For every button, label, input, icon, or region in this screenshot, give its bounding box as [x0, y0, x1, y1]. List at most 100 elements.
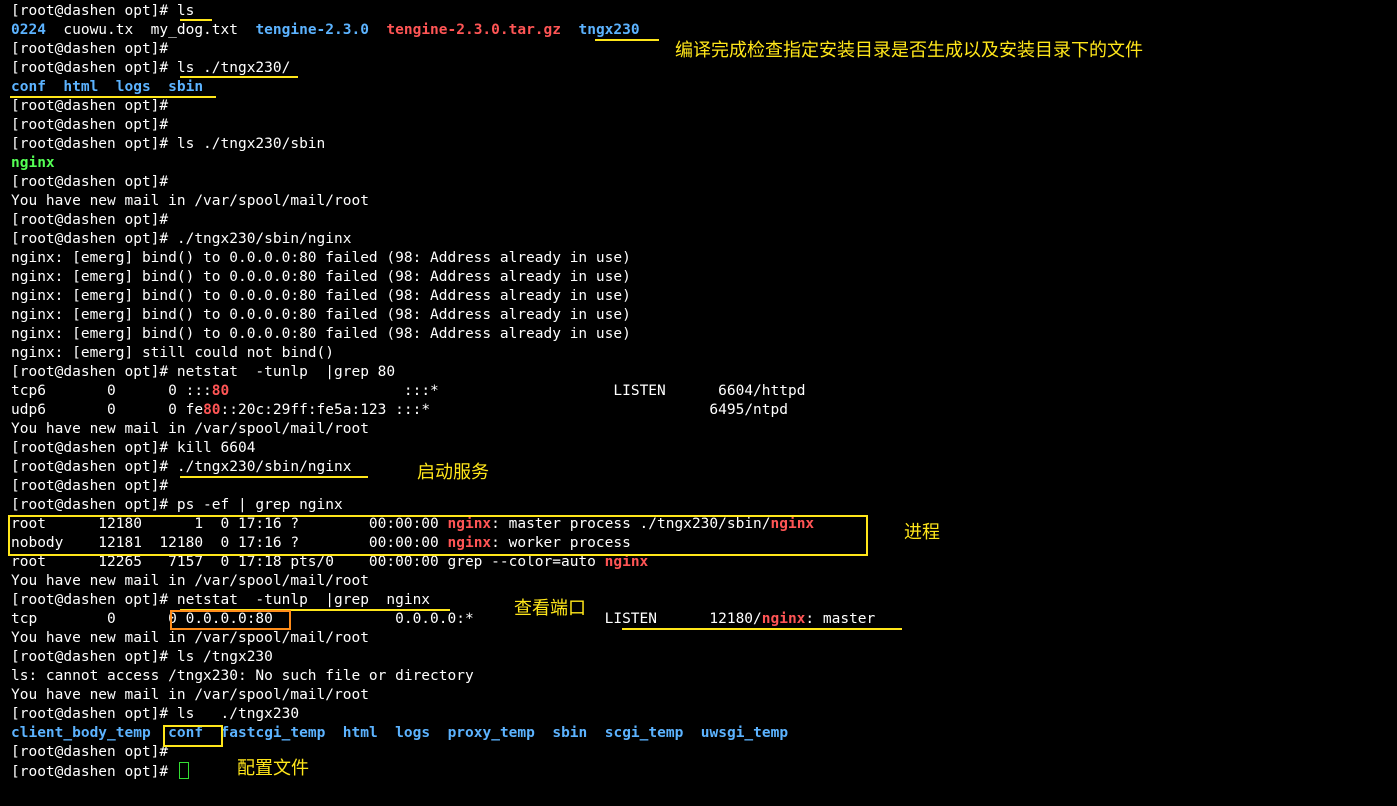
terminal-line: [root@dashen opt]# ls /tngx230: [11, 648, 875, 667]
terminal-line: udp6 0 0 fe80::20c:29ff:fe5a:123 :::* 64…: [11, 401, 875, 420]
terminal-line: You have new mail in /var/spool/mail/roo…: [11, 420, 875, 439]
terminal-text: udp6 0 0 fe: [11, 402, 204, 418]
terminal-text: nginx: [11, 155, 55, 171]
terminal-text: [root@dashen opt]# ./tngx230/sbin/nginx: [11, 459, 352, 475]
terminal-text: [root@dashen opt]# kill 6604: [11, 440, 256, 456]
terminal-text: nginx: [emerg] bind() to 0.0.0.0:80 fail…: [11, 307, 631, 323]
terminal-text: nginx: [emerg] bind() to 0.0.0.0:80 fail…: [11, 269, 631, 285]
terminal-text: cuowu.tx my_dog.txt: [45, 22, 256, 38]
terminal-text: tcp 0 0 0.0.0.0:80 0.0.0.0:* LISTEN 1218…: [11, 611, 762, 627]
underline-tngx230-dir: [595, 39, 659, 41]
terminal-text: [root@dashen opt]# ./tngx230/sbin/nginx: [11, 231, 352, 247]
terminal-text: nginx: [emerg] bind() to 0.0.0.0:80 fail…: [11, 288, 631, 304]
terminal-line: nginx: [emerg] bind() to 0.0.0.0:80 fail…: [11, 249, 875, 268]
terminal-text: [root@dashen opt]# ps -ef | grep nginx: [11, 497, 343, 513]
terminal-text: You have new mail in /var/spool/mail/roo…: [11, 193, 369, 209]
terminal-line: You have new mail in /var/spool/mail/roo…: [11, 686, 875, 705]
terminal-line: nginx: [emerg] bind() to 0.0.0.0:80 fail…: [11, 268, 875, 287]
terminal-line: You have new mail in /var/spool/mail/roo…: [11, 192, 875, 211]
box-nginx-processes: [8, 515, 868, 556]
terminal-text: tengine-2.3.0.tar.gz: [386, 22, 562, 38]
terminal-line: [root@dashen opt]#: [11, 743, 875, 762]
terminal-text: html: [342, 725, 378, 741]
terminal-text: fastcgi_temp: [220, 725, 326, 741]
terminal-line: [root@dashen opt]#: [11, 211, 875, 230]
terminal-text: tngx230: [578, 22, 640, 38]
terminal-text: [root@dashen opt]#: [11, 744, 169, 760]
terminal-text: You have new mail in /var/spool/mail/roo…: [11, 687, 369, 703]
terminal-text: [root@dashen opt]# netstat -tunlp |grep …: [11, 364, 396, 380]
terminal-text: tcp6 0 0 :::: [11, 383, 212, 399]
terminal-text: 80: [211, 383, 230, 399]
terminal-text: sbin: [168, 79, 204, 95]
terminal-text: : master: [805, 611, 876, 627]
terminal-text: nginx: [emerg] bind() to 0.0.0.0:80 fail…: [11, 326, 631, 342]
terminal-text: [root@dashen opt]#: [11, 41, 169, 57]
terminal-line: tcp6 0 0 :::80 :::* LISTEN 6604/httpd: [11, 382, 875, 401]
terminal-line: [root@dashen opt]# netstat -tunlp |grep …: [11, 363, 875, 382]
terminal-line: tcp 0 0 0.0.0.0:80 0.0.0.0:* LISTEN 1218…: [11, 610, 875, 629]
terminal-line: [root@dashen opt]# ps -ef | grep nginx: [11, 496, 875, 515]
terminal-text: [root@dashen opt]#: [11, 478, 169, 494]
terminal-line: [root@dashen opt]#: [11, 173, 875, 192]
terminal-text: 0224: [11, 22, 46, 38]
terminal-text: [root@dashen opt]#: [11, 98, 169, 114]
box-conf-dir: [163, 725, 223, 747]
box-listen-address: [170, 610, 291, 630]
terminal-line: [root@dashen opt]#: [11, 762, 875, 781]
terminal-text: You have new mail in /var/spool/mail/roo…: [11, 573, 369, 589]
terminal-line: [root@dashen opt]# ls: [11, 2, 875, 21]
underline-start-nginx: [180, 476, 368, 478]
terminal-text: proxy_temp: [447, 725, 535, 741]
terminal-text: nginx: [emerg] bind() to 0.0.0.0:80 fail…: [11, 250, 631, 266]
terminal-text: [root@dashen opt]# ls ./tngx230/sbin: [11, 136, 326, 152]
terminal-text: nginx: [761, 611, 806, 627]
underline-listen-master: [622, 628, 902, 630]
terminal-line: client_body_temp conf fastcgi_temp html …: [11, 724, 875, 743]
terminal-line: nginx: [emerg] bind() to 0.0.0.0:80 fail…: [11, 325, 875, 344]
terminal-text: tengine-2.3.0: [255, 22, 369, 38]
terminal-text: [root@dashen opt]# ls ./tngx230: [11, 706, 300, 722]
terminal-line: [root@dashen opt]# kill 6604: [11, 439, 875, 458]
terminal-text: conf: [11, 79, 46, 95]
terminal-text: You have new mail in /var/spool/mail/roo…: [11, 421, 369, 437]
terminal-line: conf html logs sbin: [11, 78, 875, 97]
terminal-text: ls: cannot access /tngx230: No such file…: [11, 668, 474, 684]
terminal-text: :::* LISTEN 6604/httpd: [229, 383, 806, 399]
underline-ls-tngx230: [180, 76, 298, 78]
terminal-text: logs: [395, 725, 431, 741]
terminal-text: [root@dashen opt]# ls /tngx230: [11, 649, 273, 665]
terminal-text: sbin: [552, 725, 588, 741]
cursor-icon: [178, 762, 189, 779]
terminal-text: [root@dashen opt]#: [11, 117, 169, 133]
underline-ls-command: [180, 19, 212, 21]
terminal-line: nginx: [11, 154, 875, 173]
terminal-line: [root@dashen opt]#: [11, 97, 875, 116]
terminal-line: nginx: [emerg] bind() to 0.0.0.0:80 fail…: [11, 306, 875, 325]
terminal-text: nginx: [emerg] still could not bind(): [11, 345, 335, 361]
terminal-text: nginx: [604, 554, 649, 570]
terminal-line: [root@dashen opt]# netstat -tunlp |grep …: [11, 591, 875, 610]
terminal-text: scgi_temp: [604, 725, 684, 741]
terminal-line: [root@dashen opt]# ./tngx230/sbin/nginx: [11, 230, 875, 249]
terminal-line: [root@dashen opt]#: [11, 116, 875, 135]
terminal-output[interactable]: [root@dashen opt]# ls 0224 cuowu.tx my_do…: [11, 2, 875, 781]
terminal-text: client_body_temp: [11, 725, 151, 741]
annotation-start-service: 启动服务: [417, 462, 489, 483]
annotation-install-check: 编译完成检查指定安装目录是否生成以及安装目录下的文件: [675, 40, 1143, 61]
terminal-text: [root@dashen opt]#: [11, 212, 169, 228]
terminal-text: 80: [203, 402, 221, 418]
terminal-text: html: [63, 79, 99, 95]
terminal-line: You have new mail in /var/spool/mail/roo…: [11, 629, 875, 648]
terminal-text: [root@dashen opt]#: [11, 764, 177, 780]
